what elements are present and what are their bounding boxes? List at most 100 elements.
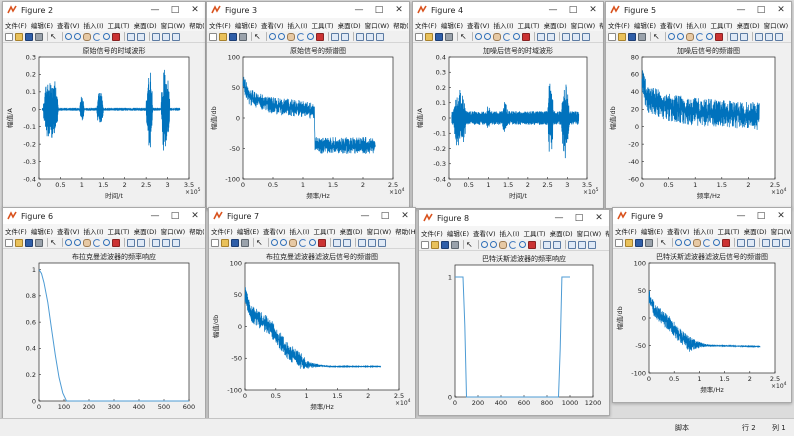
data-cursor-icon[interactable] bbox=[309, 239, 316, 246]
menu-item[interactable]: 桌面(D) bbox=[544, 20, 567, 30]
menu-item[interactable]: 桌面(D) bbox=[134, 226, 157, 236]
print-icon[interactable] bbox=[451, 240, 459, 249]
minimize-button[interactable]: — bbox=[355, 208, 375, 224]
menu-item[interactable]: 桌面(D) bbox=[744, 226, 767, 236]
insert-legend-icon[interactable] bbox=[152, 32, 160, 41]
menu-item[interactable]: 桌面(D) bbox=[134, 20, 157, 30]
insert-colorbar-icon[interactable] bbox=[137, 238, 145, 247]
pan-icon[interactable] bbox=[289, 238, 297, 247]
menu-item[interactable]: 文件(F) bbox=[421, 228, 443, 238]
hide-plot-tools-icon[interactable] bbox=[366, 32, 374, 41]
open-file-icon[interactable] bbox=[221, 238, 229, 247]
save-icon[interactable] bbox=[628, 32, 636, 41]
open-file-icon[interactable] bbox=[625, 238, 633, 247]
show-plot-tools-icon[interactable] bbox=[172, 238, 180, 247]
maximize-button[interactable]: □ bbox=[369, 2, 389, 18]
show-plot-tools-icon[interactable] bbox=[172, 32, 180, 41]
insert-colorbar-icon[interactable] bbox=[341, 32, 349, 41]
menu-item[interactable]: 插入(I) bbox=[84, 226, 104, 236]
menu-item[interactable]: 工具(T) bbox=[108, 226, 130, 236]
print-icon[interactable] bbox=[35, 32, 43, 41]
brush-icon[interactable] bbox=[715, 32, 723, 41]
zoom-out-icon[interactable] bbox=[684, 239, 691, 246]
rotate-3d-icon[interactable] bbox=[703, 238, 711, 247]
open-file-icon[interactable] bbox=[219, 32, 227, 41]
minimize-button[interactable]: — bbox=[349, 2, 369, 18]
menu-item[interactable]: 窗口(W) bbox=[571, 20, 596, 30]
zoom-in-icon[interactable] bbox=[65, 33, 72, 40]
data-cursor-icon[interactable] bbox=[103, 239, 110, 246]
menu-item[interactable]: 编辑(E) bbox=[235, 20, 257, 30]
maximize-button[interactable]: □ bbox=[563, 2, 583, 18]
menu-item[interactable]: 文件(F) bbox=[415, 20, 437, 30]
edit-plot-arrow-icon[interactable]: ↖ bbox=[254, 32, 262, 41]
figure-window-9[interactable]: Figure 9 — □ ✕ 文件(F) 编辑(E) 查看(V) 插入(I) 工具(T) 桌面(D… bbox=[612, 207, 792, 403]
menu-item[interactable]: 查看(V) bbox=[57, 20, 80, 30]
menu-item[interactable]: 文件(F) bbox=[211, 226, 233, 236]
data-cursor-icon[interactable] bbox=[519, 241, 526, 248]
open-file-icon[interactable] bbox=[15, 32, 23, 41]
data-cursor-icon[interactable] bbox=[307, 33, 314, 40]
minimize-button[interactable]: — bbox=[145, 208, 165, 224]
menu-item[interactable]: 工具(T) bbox=[312, 20, 334, 30]
menu-item[interactable]: 查看(V) bbox=[667, 226, 690, 236]
brush-icon[interactable] bbox=[316, 32, 324, 41]
close-button[interactable]: ✕ bbox=[589, 210, 609, 226]
minimize-button[interactable]: — bbox=[731, 2, 751, 18]
zoom-out-icon[interactable] bbox=[490, 241, 497, 248]
pan-icon[interactable] bbox=[83, 32, 91, 41]
close-button[interactable]: ✕ bbox=[395, 208, 415, 224]
zoom-in-icon[interactable] bbox=[675, 239, 682, 246]
menu-item[interactable]: 窗口(W) bbox=[161, 20, 186, 30]
hide-plot-tools-icon[interactable] bbox=[368, 238, 376, 247]
minimize-button[interactable]: — bbox=[543, 2, 563, 18]
brush-icon[interactable] bbox=[112, 32, 120, 41]
pan-icon[interactable] bbox=[499, 240, 507, 249]
axes-svg[interactable]: 原始信号的频谱图 0 0.5 1 1.5 2 2.5 100 50 0 -50 -100 频率/Hz 幅值… bbox=[207, 43, 407, 206]
menu-item[interactable]: 查看(V) bbox=[467, 20, 490, 30]
new-figure-icon[interactable] bbox=[5, 238, 13, 247]
menu-item[interactable]: 工具(T) bbox=[518, 20, 540, 30]
show-plot-tools-icon[interactable] bbox=[588, 240, 596, 249]
hide-plot-tools-icon[interactable] bbox=[772, 238, 780, 247]
close-button[interactable]: ✕ bbox=[771, 208, 791, 224]
hide-plot-tools-icon[interactable] bbox=[572, 32, 580, 41]
menu-item[interactable]: 编辑(E) bbox=[447, 228, 469, 238]
insert-colorbar-icon[interactable] bbox=[553, 240, 561, 249]
menu-item[interactable]: 窗口(W) bbox=[764, 20, 789, 30]
close-button[interactable]: ✕ bbox=[583, 2, 603, 18]
pan-icon[interactable] bbox=[686, 32, 694, 41]
link-plot-icon[interactable] bbox=[737, 238, 745, 247]
print-icon[interactable] bbox=[645, 238, 653, 247]
edit-plot-arrow-icon[interactable]: ↖ bbox=[256, 238, 264, 247]
menu-item[interactable]: 文件(F) bbox=[615, 226, 637, 236]
axes-svg[interactable]: 布拉克曼滤波器滤波后信号的频谱图 0 0.5 1 1.5 2 2.5 100 50 0 -50 -10… bbox=[209, 249, 413, 417]
zoom-in-icon[interactable] bbox=[668, 33, 675, 40]
insert-legend-icon[interactable] bbox=[356, 32, 364, 41]
new-figure-icon[interactable] bbox=[421, 240, 429, 249]
link-plot-icon[interactable] bbox=[730, 32, 738, 41]
print-icon[interactable] bbox=[239, 32, 247, 41]
rotate-3d-icon[interactable] bbox=[93, 238, 101, 247]
data-cursor-icon[interactable] bbox=[706, 33, 713, 40]
brush-icon[interactable] bbox=[722, 238, 730, 247]
link-plot-icon[interactable] bbox=[127, 32, 135, 41]
maximize-button[interactable]: □ bbox=[751, 2, 771, 18]
menu-item[interactable]: 帮助(H) bbox=[393, 20, 409, 30]
menu-item[interactable]: 帮助(H) bbox=[395, 226, 415, 236]
edit-plot-arrow-icon[interactable]: ↖ bbox=[50, 238, 58, 247]
show-plot-tools-icon[interactable] bbox=[582, 32, 590, 41]
menu-item[interactable]: 桌面(D) bbox=[340, 226, 363, 236]
zoom-in-icon[interactable] bbox=[481, 241, 488, 248]
zoom-out-icon[interactable] bbox=[74, 33, 81, 40]
insert-legend-icon[interactable] bbox=[568, 240, 576, 249]
insert-legend-icon[interactable] bbox=[755, 32, 763, 41]
minimize-button[interactable]: — bbox=[145, 2, 165, 18]
zoom-out-icon[interactable] bbox=[74, 239, 81, 246]
menu-item[interactable]: 插入(I) bbox=[500, 228, 520, 238]
menu-item[interactable]: 窗口(W) bbox=[367, 226, 392, 236]
save-icon[interactable] bbox=[441, 240, 449, 249]
figure-window-7[interactable]: Figure 7 — □ ✕ 文件(F) 编辑(E) 查看(V) 插入(I) 工具(T) 桌面(D… bbox=[208, 207, 416, 420]
menu-item[interactable]: 查看(V) bbox=[261, 20, 284, 30]
maximize-button[interactable]: □ bbox=[375, 208, 395, 224]
